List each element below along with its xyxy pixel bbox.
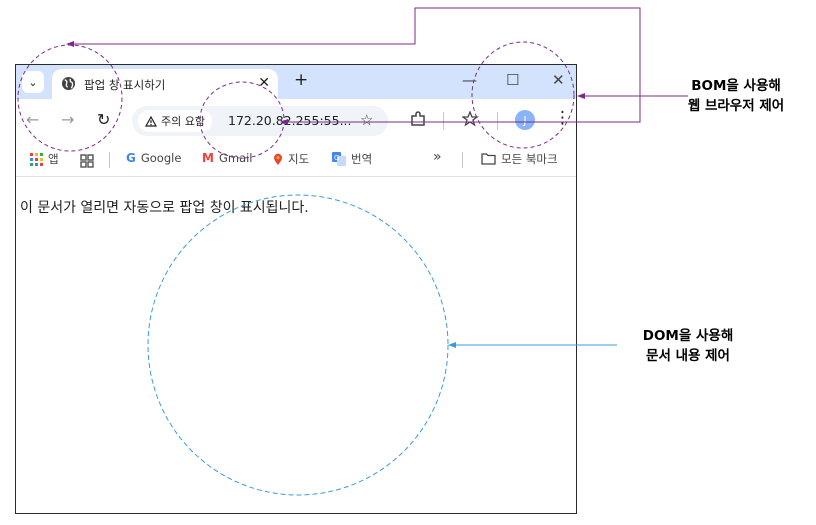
- bom-callout-line2: 웹 브라우저 제어: [687, 98, 785, 114]
- new-tab-button[interactable]: +: [294, 70, 308, 90]
- bookmarks-divider: [462, 152, 463, 168]
- tab-strip: ⌄ 팝업 창 표시하기 ✕ + — ☐ ✕: [16, 65, 576, 99]
- close-tab-icon[interactable]: ✕: [258, 75, 270, 91]
- more-bookmarks-icon[interactable]: »: [433, 149, 442, 165]
- back-button[interactable]: ←: [26, 110, 39, 129]
- url-text[interactable]: 172.20.82.255:55...: [228, 113, 352, 128]
- folder-icon: [481, 153, 496, 165]
- dom-callout-line2: 문서 내용 제어: [646, 348, 730, 364]
- bookmark-apps-label: 앱: [48, 152, 59, 166]
- dom-callout: DOM을 사용해 문서 내용 제어: [628, 326, 748, 366]
- bookmark-star-icon[interactable]: ☆: [360, 111, 373, 129]
- all-bookmarks-label: 모든 북마크: [501, 152, 558, 166]
- dom-callout-line1: DOM을 사용해: [642, 328, 734, 344]
- browser-window: ⌄ 팝업 창 표시하기 ✕ + — ☐ ✕ ← → ↻ 주의 요함 172.20…: [15, 64, 577, 514]
- map-pin-icon: [274, 153, 282, 165]
- bookmark-translate[interactable]: G 번역: [332, 151, 372, 167]
- toolbar-divider: [443, 112, 444, 130]
- all-bookmarks[interactable]: 모든 북마크: [481, 151, 558, 167]
- bookmarks-bar: 앱 G Google M Gmail 지도 G 번역 » 모든 북마크: [16, 143, 576, 177]
- tab-title: 팝업 창 표시하기: [84, 78, 166, 92]
- bookmark-maps[interactable]: 지도: [273, 151, 309, 167]
- bookmarks-manager-icon[interactable]: [462, 111, 479, 127]
- minimize-button[interactable]: —: [462, 71, 477, 89]
- toolbar-divider: [497, 112, 498, 130]
- bookmark-gmail[interactable]: M Gmail: [202, 151, 253, 165]
- maximize-button[interactable]: ☐: [506, 71, 519, 89]
- address-bar[interactable]: 주의 요함 172.20.82.255:55... ☆: [132, 106, 388, 136]
- tab-search-button[interactable]: ⌄: [22, 71, 44, 93]
- apps-grid-icon: [30, 152, 43, 166]
- security-chip[interactable]: 주의 요함: [138, 110, 212, 132]
- tab-popup[interactable]: 팝업 창 표시하기 ✕: [52, 69, 278, 99]
- extensions-icon[interactable]: [410, 111, 426, 127]
- tab-groups-icon[interactable]: [80, 154, 94, 168]
- page-content-text: 이 문서가 열리면 자동으로 팝업 창이 표시됩니다.: [20, 200, 309, 216]
- google-icon: G: [126, 151, 136, 165]
- reload-button[interactable]: ↻: [97, 110, 110, 129]
- forward-button[interactable]: →: [61, 110, 74, 129]
- bookmarks-divider: [109, 152, 110, 168]
- bookmark-gmail-label: Gmail: [218, 151, 253, 165]
- arrow-head-icon: [577, 93, 585, 99]
- toolbar: ← → ↻ 주의 요함 172.20.82.255:55... ☆ J ⋮: [16, 99, 576, 143]
- bookmark-maps-label: 지도: [288, 152, 310, 166]
- bookmark-google-label: Google: [140, 151, 182, 165]
- gmail-icon: M: [202, 151, 214, 165]
- arrow-head-icon: [66, 41, 74, 47]
- globe-icon: [61, 76, 76, 91]
- svg-text:G: G: [334, 154, 339, 162]
- profile-avatar[interactable]: J: [515, 110, 535, 130]
- warning-icon: [145, 115, 157, 127]
- menu-icon[interactable]: ⋮: [554, 108, 571, 128]
- bookmark-apps[interactable]: 앱: [30, 151, 59, 167]
- bookmark-google[interactable]: G Google: [126, 151, 181, 165]
- bookmark-translate-label: 번역: [351, 152, 373, 166]
- close-window-button[interactable]: ✕: [552, 71, 565, 89]
- bom-callout: BOM을 사용해 웹 브라우저 제어: [676, 76, 796, 116]
- bom-callout-line1: BOM을 사용해: [691, 78, 781, 94]
- security-label: 주의 요함: [161, 115, 205, 128]
- translate-icon: G: [332, 152, 346, 166]
